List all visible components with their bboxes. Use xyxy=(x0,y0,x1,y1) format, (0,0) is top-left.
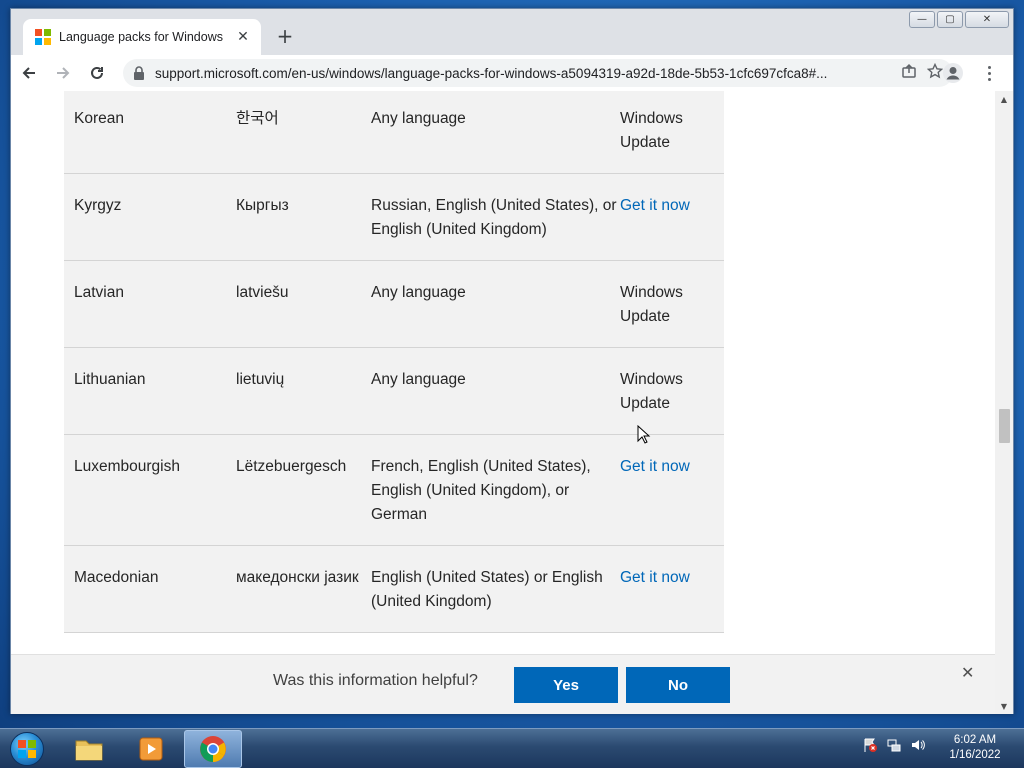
close-feedback-icon[interactable]: ✕ xyxy=(961,663,974,682)
maximize-button[interactable]: ▢ xyxy=(937,11,963,28)
scroll-up-icon[interactable]: ▲ xyxy=(995,91,1013,107)
address-bar[interactable]: support.microsoft.com/en-us/windows/lang… xyxy=(123,59,953,87)
forward-button[interactable] xyxy=(47,57,79,89)
close-tab-icon[interactable]: ✕ xyxy=(231,25,255,49)
yes-button[interactable]: Yes xyxy=(514,667,618,703)
availability-cell: Windows Update xyxy=(620,110,683,151)
language-cell: Latvian xyxy=(74,284,124,301)
system-tray xyxy=(862,737,926,753)
table-row: Latvian latviešu Any language Windows Updat… xyxy=(64,261,724,348)
native-name-cell: Lëtzebuergesch xyxy=(236,458,347,475)
file-explorer-taskbar-button[interactable] xyxy=(60,730,118,768)
base-language-cell: Any language xyxy=(371,371,466,388)
native-name-cell: Кыргыз xyxy=(236,197,289,214)
reload-button[interactable] xyxy=(81,57,113,89)
clock-time: 6:02 AM xyxy=(953,734,997,746)
reload-icon xyxy=(91,66,103,79)
feedback-question: Was this information helpful? xyxy=(273,672,478,689)
profile-avatar-icon[interactable] xyxy=(943,63,963,83)
url-text: support.microsoft.com/en-us/windows/lang… xyxy=(155,65,828,81)
back-button[interactable] xyxy=(13,57,45,89)
network-icon[interactable] xyxy=(886,737,902,753)
mouse-cursor-icon xyxy=(637,425,651,444)
folder-icon xyxy=(75,740,103,761)
close-window-button[interactable]: ✕ xyxy=(965,11,1009,28)
chrome-icon xyxy=(200,736,226,762)
base-language-cell: English (United States) or English (Unit… xyxy=(371,569,603,610)
browser-tab[interactable]: Language packs for Windows ✕ xyxy=(23,19,261,55)
native-name-cell: latviešu xyxy=(236,284,289,301)
native-name-cell: 한국어 xyxy=(236,110,279,127)
native-name-cell: македонски јазик xyxy=(236,569,359,586)
get-it-now-link[interactable]: Get it now xyxy=(620,194,724,242)
media-player-taskbar-button[interactable] xyxy=(122,730,180,768)
page-content: Korean 한국어 Any language Windows Update Kyrgy… xyxy=(11,91,995,714)
tab-title: Language packs for Windows xyxy=(59,30,223,44)
taskbar: 6:02 AM 1/16/2022 xyxy=(0,728,1024,768)
chrome-taskbar-button[interactable] xyxy=(184,730,242,768)
table-row: Macedonian македонски јазик English (Unite… xyxy=(64,546,724,633)
language-packs-table: Korean 한국어 Any language Windows Update Kyrgy… xyxy=(64,91,724,633)
window-controls: — ▢ ✕ xyxy=(909,11,1009,28)
browser-toolbar: support.microsoft.com/en-us/windows/lang… xyxy=(11,55,1013,91)
scrollbar-thumb[interactable] xyxy=(999,409,1010,443)
availability-cell: Windows Update xyxy=(620,371,683,412)
availability-cell: Windows Update xyxy=(620,284,683,325)
scroll-down-icon[interactable]: ▼ xyxy=(995,698,1013,714)
share-icon[interactable] xyxy=(901,63,917,79)
get-it-now-link[interactable]: Get it now xyxy=(620,455,724,527)
minimize-button[interactable]: — xyxy=(909,11,935,28)
table-row: Kyrgyz Кыргыз Russian, English (United Sta… xyxy=(64,174,724,261)
volume-icon[interactable] xyxy=(910,737,926,753)
lock-icon xyxy=(134,66,144,80)
browser-menu-icon[interactable] xyxy=(979,63,999,83)
bookmark-star-icon[interactable] xyxy=(927,63,943,79)
back-arrow-icon xyxy=(22,67,35,79)
table-row: Lithuanian lietuvių Any language Windows Up… xyxy=(64,348,724,435)
windows-start-icon xyxy=(10,732,44,766)
no-button[interactable]: No xyxy=(626,667,730,703)
vertical-scrollbar[interactable]: ▲ ▼ xyxy=(995,91,1013,714)
clock-date: 1/16/2022 xyxy=(949,749,1001,761)
base-language-cell: Any language xyxy=(371,284,466,301)
start-button[interactable] xyxy=(4,730,50,768)
language-cell: Lithuanian xyxy=(74,371,146,388)
get-it-now-link[interactable]: Get it now xyxy=(620,566,724,614)
microsoft-logo-icon xyxy=(35,29,51,45)
media-player-icon xyxy=(139,737,163,761)
language-cell: Kyrgyz xyxy=(74,197,122,214)
forward-arrow-icon xyxy=(57,67,70,79)
native-name-cell: lietuvių xyxy=(236,371,285,388)
title-bar: Language packs for Windows ✕ + — ▢ ✕ xyxy=(11,9,1013,55)
new-tab-button[interactable]: + xyxy=(273,25,297,49)
language-cell: Korean xyxy=(74,110,124,127)
base-language-cell: French, English (United States), English… xyxy=(371,458,591,523)
base-language-cell: Any language xyxy=(371,110,466,127)
action-center-flag-icon[interactable] xyxy=(862,737,878,753)
browser-window: Language packs for Windows ✕ + — ▢ ✕ sup… xyxy=(10,8,1014,714)
base-language-cell: Russian, English (United States), or Eng… xyxy=(371,197,617,238)
feedback-bar: Was this information helpful? Yes No ✕ xyxy=(11,654,995,714)
clock[interactable]: 6:02 AM 1/16/2022 xyxy=(940,733,1010,763)
table-row: Korean 한국어 Any language Windows Update xyxy=(64,91,724,174)
language-cell: Macedonian xyxy=(74,569,159,586)
language-cell: Luxembourgish xyxy=(74,458,180,475)
table-row: Luxembourgish Lëtzebuergesch French, Engli… xyxy=(64,435,724,546)
